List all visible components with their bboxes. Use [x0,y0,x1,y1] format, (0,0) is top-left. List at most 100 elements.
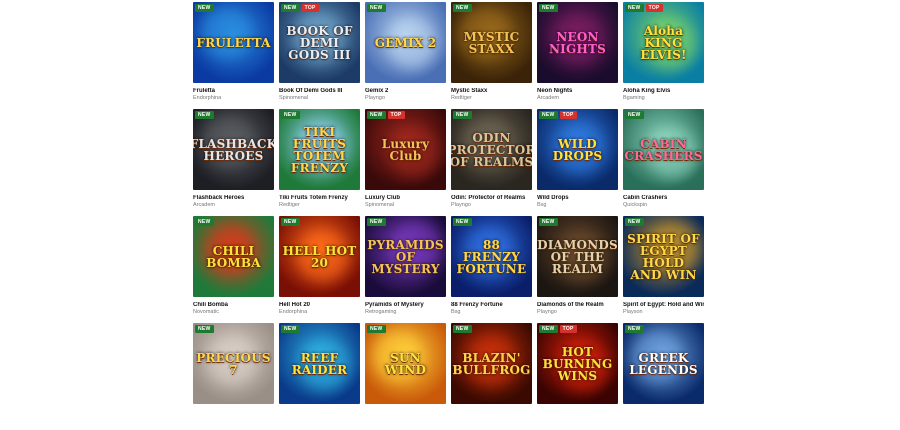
game-card[interactable]: GREEK LEGENDS NEW [623,323,704,430]
game-thumbnail[interactable]: BOOK OF DEMI GODS III NEW TOP [279,2,360,83]
game-thumbnail[interactable]: GREEK LEGENDS NEW [623,323,704,404]
game-name[interactable]: Cabin Crashers [623,195,704,201]
game-thumbnail[interactable]: DIAMONDS OF THE REALM NEW [537,216,618,297]
game-name[interactable]: Mystic Staxx [451,88,532,94]
game-logo-text: CHILI BOMBA [206,243,261,270]
game-card[interactable]: SPIRIT OF EGYPT HOLD AND WIN NEW Spirit of… [623,216,704,323]
game-artwork: PYRAMIDS OF MYSTERY [365,216,446,297]
game-card[interactable]: CHILI BOMBA NEW Chili Bomba Novomatic [193,216,274,323]
game-thumbnail[interactable]: TIKI FRUITS TOTEM FRENZY NEW [279,109,360,190]
game-logo-text: GREEK LEGENDS [629,350,698,377]
game-card[interactable]: SUN WIND NEW [365,323,446,430]
game-logo-text: HOT BURNING WINS [542,344,613,383]
game-name[interactable]: Fruletta [193,88,274,94]
game-card[interactable]: HOT BURNING WINS NEW TOP [537,323,618,430]
new-badge: NEW [281,218,300,226]
game-name[interactable]: Tiki Fruits Totem Frenzy [279,195,360,201]
game-name[interactable]: Pyramids of Mystery [365,302,446,308]
game-card[interactable]: DIAMONDS OF THE REALM NEW Diamonds of the … [537,216,618,323]
new-badge: NEW [453,111,472,119]
game-thumbnail[interactable]: WILD DROPS NEW TOP [537,109,618,190]
game-name[interactable]: 88 Frenzy Fortune [451,302,532,308]
game-logo-text: CABIN CRASHERS [624,136,703,163]
game-thumbnail[interactable]: SUN WIND NEW [365,323,446,404]
game-card[interactable]: 88 FRENZY FORTUNE NEW 88 Frenzy Fortune Bsg [451,216,532,323]
game-name[interactable]: Gemix 2 [365,88,446,94]
game-logo-text: NEON NIGHTS [549,29,606,56]
game-artwork: HOT BURNING WINS [537,323,618,404]
game-logo-text: Luxury Club [381,136,430,163]
game-provider: Playngo [537,309,557,315]
game-name[interactable]: Odin: Protector of Realms [451,195,532,201]
game-card[interactable]: HELL HOT 20 NEW Hell Hot 20 Endorphina [279,216,360,323]
game-name[interactable]: Flashback Heroes [193,195,274,201]
top-badge: TOP [387,111,405,119]
badge-row: NEW TOP [539,111,577,119]
new-badge: NEW [281,325,300,333]
game-thumbnail[interactable]: NEON NIGHTS NEW [537,2,618,83]
game-card[interactable]: FLASHBACK HEROES NEW Flashback Heroes Arcad… [193,109,274,216]
game-thumbnail[interactable]: Aloha KING ELVIS! NEW TOP [623,2,704,83]
game-thumbnail[interactable]: Luxury Club NEW TOP [365,109,446,190]
game-artwork: HELL HOT 20 [279,216,360,297]
game-card[interactable]: FRULETTA NEW Fruletta Endorphina [193,2,274,109]
game-thumbnail[interactable]: REEF RAIDER NEW [279,323,360,404]
game-thumbnail[interactable]: PRECIOUS 7 NEW [193,323,274,404]
new-badge: NEW [539,218,558,226]
game-thumbnail[interactable]: HOT BURNING WINS NEW TOP [537,323,618,404]
game-card[interactable]: TIKI FRUITS TOTEM FRENZY NEW Tiki Fruits T… [279,109,360,216]
top-badge: TOP [645,4,663,12]
new-badge: NEW [539,325,558,333]
game-card[interactable]: ODIN PROTECTOR OF REALMS NEW Odin: Protect… [451,109,532,216]
game-card[interactable]: MYSTIC STAXX NEW Mystic Staxx Redtiger [451,2,532,109]
game-artwork: TIKI FRUITS TOTEM FRENZY [279,109,360,190]
game-thumbnail[interactable]: GEMIX 2 NEW [365,2,446,83]
game-card[interactable]: Luxury Club NEW TOP Luxury Club Spinomenal [365,109,446,216]
game-thumbnail[interactable]: MYSTIC STAXX NEW [451,2,532,83]
new-badge: NEW [195,111,214,119]
game-thumbnail[interactable]: HELL HOT 20 NEW [279,216,360,297]
game-name[interactable]: Book Of Demi Gods III [279,88,360,94]
game-thumbnail[interactable]: 88 FRENZY FORTUNE NEW [451,216,532,297]
game-thumbnail[interactable]: SPIRIT OF EGYPT HOLD AND WIN NEW [623,216,704,297]
game-name[interactable]: Luxury Club [365,195,446,201]
game-thumbnail[interactable]: FLASHBACK HEROES NEW [193,109,274,190]
badge-row: NEW [195,4,214,12]
game-name[interactable]: Diamonds of the Realm [537,302,618,308]
badge-row: NEW [453,111,472,119]
game-logo-text: BOOK OF DEMI GODS III [286,23,353,62]
game-card[interactable]: BOOK OF DEMI GODS III NEW TOP Book Of Demi … [279,2,360,109]
game-thumbnail[interactable]: BLAZIN' BULLFROG NEW [451,323,532,404]
game-card[interactable]: CABIN CRASHERS NEW Cabin Crashers Quickspin [623,109,704,216]
game-name[interactable]: Chili Bomba [193,302,274,308]
game-logo-text: ODIN PROTECTOR OF REALMS [451,130,532,169]
game-card[interactable]: PYRAMIDS OF MYSTERY NEW Pyramids of Myster… [365,216,446,323]
game-artwork: CABIN CRASHERS [623,109,704,190]
game-card[interactable]: REEF RAIDER NEW [279,323,360,430]
game-thumbnail[interactable]: CHILI BOMBA NEW [193,216,274,297]
game-thumbnail[interactable]: CABIN CRASHERS NEW [623,109,704,190]
game-card[interactable]: NEON NIGHTS NEW Neon Nights Arcadem [537,2,618,109]
new-badge: NEW [625,325,644,333]
game-logo-text: 88 FRENZY FORTUNE [456,237,527,276]
game-thumbnail[interactable]: ODIN PROTECTOR OF REALMS NEW [451,109,532,190]
game-name[interactable]: Aloha King Elvis [623,88,704,94]
game-logo-text: BLAZIN' BULLFROG [452,350,531,377]
game-logo-text: DIAMONDS OF THE REALM [537,237,618,276]
game-card[interactable]: Aloha KING ELVIS! NEW TOP Aloha King Elvis B… [623,2,704,109]
game-artwork: SPIRIT OF EGYPT HOLD AND WIN [623,216,704,297]
new-badge: NEW [367,4,386,12]
game-name[interactable]: Hell Hot 20 [279,302,360,308]
game-provider: Bsg [451,309,461,315]
new-badge: NEW [281,111,300,119]
game-card[interactable]: WILD DROPS NEW TOP Wild Drops Bsg [537,109,618,216]
game-artwork: CHILI BOMBA [193,216,274,297]
game-card[interactable]: GEMIX 2 NEW Gemix 2 Playngo [365,2,446,109]
game-name[interactable]: Neon Nights [537,88,618,94]
game-thumbnail[interactable]: FRULETTA NEW [193,2,274,83]
game-thumbnail[interactable]: PYRAMIDS OF MYSTERY NEW [365,216,446,297]
game-name[interactable]: Spirit of Egypt: Hold and Win [623,302,704,308]
game-card[interactable]: BLAZIN' BULLFROG NEW [451,323,532,430]
game-card[interactable]: PRECIOUS 7 NEW [193,323,274,430]
game-name[interactable]: Wild Drops [537,195,618,201]
